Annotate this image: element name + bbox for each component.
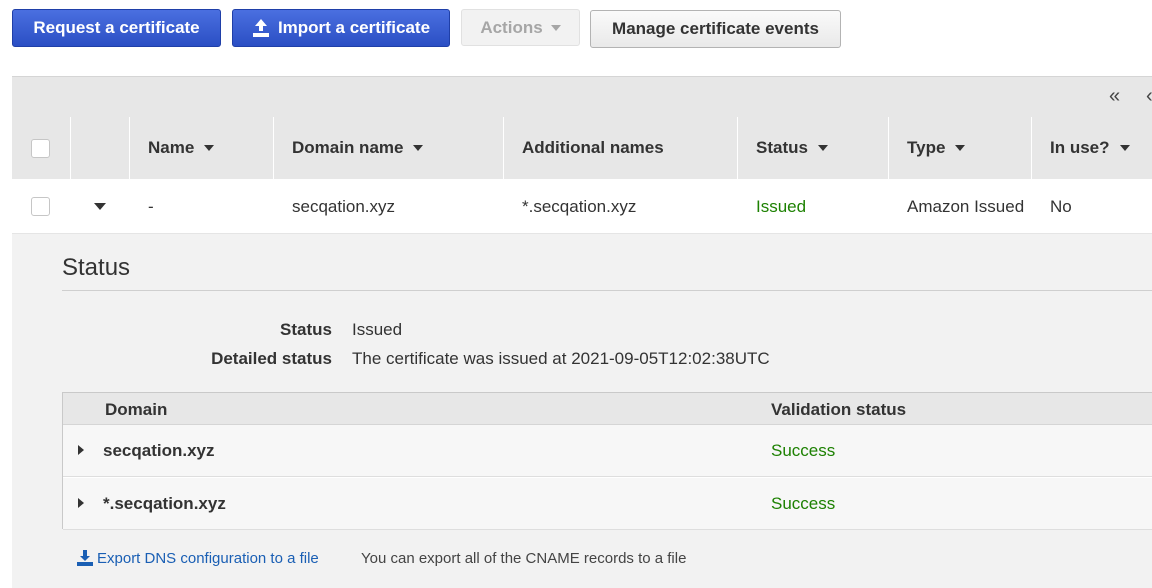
divider: [62, 290, 1152, 291]
actions-label: Actions: [480, 17, 543, 37]
table-row[interactable]: - secqation.xyz *.secqation.xyz Issued A…: [12, 179, 1152, 234]
manage-events-label: Manage certificate events: [612, 19, 819, 38]
sort-caret-icon: [204, 145, 215, 151]
column-header-name[interactable]: Name: [130, 117, 274, 179]
column-label: In use?: [1050, 138, 1110, 157]
caret-right-icon[interactable]: [78, 498, 84, 508]
validation-status: Success: [771, 441, 836, 460]
upload-icon: [252, 19, 269, 37]
expand-column-header: [71, 117, 130, 179]
caret-right-icon[interactable]: [78, 445, 84, 455]
pager-bar: « ‹: [12, 76, 1152, 118]
column-header-status[interactable]: Status: [738, 117, 889, 179]
import-certificate-button[interactable]: Import a certificate: [232, 9, 450, 47]
validation-table: Domain Validation status secqation.xyz S…: [62, 392, 1152, 530]
export-note: You can export all of the CNAME records …: [361, 550, 687, 567]
table-header: Name Domain name Additional names Status…: [12, 117, 1152, 179]
cell-name: -: [148, 196, 154, 216]
column-label: Name: [148, 138, 195, 157]
validation-domain: secqation.xyz: [103, 441, 215, 460]
detail-panel: Status Status Issued Detailed status The…: [12, 234, 1152, 588]
select-all-checkbox[interactable]: [31, 138, 50, 158]
export-dns-link[interactable]: Export DNS configuration to a file: [76, 549, 319, 567]
cell-in-use: No: [1050, 196, 1072, 216]
request-certificate-label: Request a certificate: [33, 18, 200, 37]
column-header-domain-name[interactable]: Domain name: [274, 117, 504, 179]
row-checkbox[interactable]: [31, 197, 50, 216]
request-certificate-button[interactable]: Request a certificate: [12, 9, 221, 47]
sort-caret-icon: [413, 145, 424, 151]
detailed-status-value: The certificate was issued at 2021-09-05…: [352, 349, 770, 368]
validation-status: Success: [771, 494, 836, 513]
actions-dropdown[interactable]: Actions: [461, 9, 580, 46]
caret-down-icon: [94, 203, 106, 210]
caret-down-icon: [550, 24, 561, 31]
status-value: Issued: [352, 320, 403, 339]
validation-domain: *.secqation.xyz: [103, 494, 226, 513]
column-header-validation-status: Validation status: [771, 400, 907, 419]
column-header-additional-names: Additional names: [504, 117, 738, 179]
column-header-domain: Domain: [105, 400, 168, 419]
manage-certificate-events-button[interactable]: Manage certificate events: [590, 10, 841, 48]
column-label: Domain name: [292, 138, 404, 157]
column-label: Type: [907, 138, 946, 157]
row-select-cell: [31, 179, 50, 234]
cell-additional-names: *.secqation.xyz: [522, 196, 637, 216]
cell-domain-name: secqation.xyz: [292, 196, 395, 216]
section-title: Status: [62, 254, 131, 281]
column-label: Status: [756, 138, 808, 157]
cell-type: Amazon Issued: [907, 196, 1025, 216]
chevron-left-icon[interactable]: ‹: [1146, 85, 1152, 108]
sort-caret-icon: [1119, 145, 1130, 151]
select-all-cell: [12, 117, 71, 179]
detailed-status-label: Detailed status: [211, 349, 332, 368]
column-label: Additional names: [522, 138, 664, 157]
column-header-in-use[interactable]: In use?: [1032, 117, 1152, 179]
column-header-type[interactable]: Type: [889, 117, 1032, 179]
sort-caret-icon: [955, 145, 966, 151]
download-icon: [77, 550, 93, 566]
validation-row[interactable]: secqation.xyz Success: [63, 425, 1152, 477]
cell-status: Issued: [756, 196, 807, 216]
validation-table-header: Domain Validation status: [63, 393, 1152, 425]
import-certificate-label: Import a certificate: [277, 18, 431, 37]
double-chevron-left-icon[interactable]: «: [1109, 85, 1120, 108]
export-link-label: Export DNS configuration to a file: [97, 549, 319, 567]
row-expand-toggle[interactable]: [94, 179, 106, 234]
validation-row[interactable]: *.secqation.xyz Success: [63, 478, 1152, 530]
sort-caret-icon: [817, 145, 828, 151]
status-label: Status: [280, 320, 332, 339]
